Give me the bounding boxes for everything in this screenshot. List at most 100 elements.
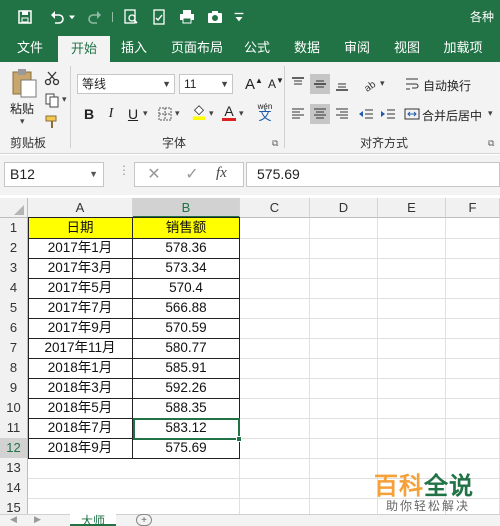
increase-indent-icon[interactable] — [378, 104, 398, 124]
header-cell-sales[interactable]: 销售额 — [133, 218, 240, 239]
header-cell-date[interactable]: 日期 — [28, 218, 133, 239]
redo-icon[interactable] — [84, 6, 106, 28]
row-header[interactable]: 14 — [0, 478, 28, 499]
cell-sales[interactable]: 585.91 — [133, 358, 240, 379]
borders-icon[interactable] — [155, 104, 175, 124]
row-header[interactable]: 4 — [0, 278, 28, 299]
add-sheet-icon[interactable]: + — [136, 514, 152, 526]
merge-center-label[interactable]: 合并后居中 — [422, 107, 482, 124]
row-header[interactable]: 5 — [0, 298, 28, 319]
name-box[interactable]: B12 ▼ — [4, 162, 104, 187]
cell-date[interactable]: 2018年7月 — [28, 418, 133, 439]
font-color-button[interactable]: A — [219, 102, 239, 122]
tab-home[interactable]: 开始 — [58, 36, 110, 62]
alignment-dialog-launcher-icon[interactable]: ⧉ — [488, 138, 494, 149]
paste-dropdown-icon[interactable]: ▾ — [20, 116, 25, 127]
align-center-icon[interactable] — [310, 104, 330, 124]
row-header[interactable]: 6 — [0, 318, 28, 339]
row-header[interactable]: 2 — [0, 238, 28, 259]
column-header-c[interactable]: C — [240, 198, 310, 218]
cell-date[interactable]: 2018年1月 — [28, 358, 133, 379]
align-middle-icon[interactable] — [310, 74, 330, 94]
undo-icon[interactable] — [46, 6, 68, 28]
grow-font-button[interactable]: A ▲ — [244, 74, 264, 94]
document-check-icon[interactable] — [148, 6, 170, 28]
fill-color-icon[interactable] — [189, 102, 209, 122]
align-bottom-icon[interactable] — [332, 74, 352, 94]
row-header[interactable]: 3 — [0, 258, 28, 279]
font-dialog-launcher-icon[interactable]: ⧉ — [272, 138, 278, 149]
select-all-corner[interactable] — [0, 198, 28, 218]
paste-button-label[interactable]: 粘贴 — [10, 100, 34, 117]
align-left-icon[interactable] — [288, 104, 308, 124]
splitter-handle[interactable]: ⋮ — [118, 164, 130, 182]
font-name-select[interactable]: 等线 ▼ — [77, 74, 175, 94]
cell-sales[interactable]: 566.88 — [133, 298, 240, 319]
sheet-tab[interactable]: 大师 — [70, 514, 116, 526]
bold-button[interactable]: B — [79, 104, 99, 124]
insert-function-button[interactable]: fx — [216, 165, 227, 182]
fill-handle[interactable] — [236, 436, 242, 442]
formula-input[interactable]: 575.69 — [246, 162, 500, 187]
borders-dropdown-icon[interactable]: ▾ — [175, 108, 180, 119]
copy-icon[interactable] — [42, 90, 62, 110]
cell-sales[interactable]: 570.59 — [133, 318, 240, 339]
prev-sheet-icon[interactable]: ◀ — [10, 514, 17, 525]
row-header[interactable]: 11 — [0, 418, 28, 439]
tab-page-layout[interactable]: 页面布局 — [162, 34, 232, 62]
print-preview-icon[interactable] — [120, 6, 142, 28]
cell-sales[interactable]: 570.4 — [133, 278, 240, 299]
italic-button[interactable]: I — [101, 104, 121, 124]
cell-sales[interactable]: 575.69 — [133, 438, 240, 459]
column-header-d[interactable]: D — [310, 198, 378, 218]
enter-check-icon[interactable]: ✓ — [184, 164, 200, 184]
align-right-icon[interactable] — [332, 104, 352, 124]
wrap-text-icon[interactable] — [402, 74, 422, 94]
row-header[interactable]: 7 — [0, 338, 28, 359]
cut-icon[interactable] — [42, 68, 62, 88]
row-header[interactable]: 13 — [0, 458, 28, 479]
row-header[interactable]: 9 — [0, 378, 28, 399]
customize-toolbar-icon[interactable] — [232, 6, 246, 28]
tab-addins[interactable]: 加载项 — [436, 34, 490, 62]
underline-dropdown-icon[interactable]: ▾ — [143, 108, 148, 119]
tab-data[interactable]: 数据 — [286, 34, 328, 62]
fill-color-dropdown-icon[interactable]: ▾ — [209, 108, 214, 119]
tab-file[interactable]: 文件 — [6, 34, 54, 62]
cell-date[interactable]: 2017年1月 — [28, 238, 133, 259]
tab-view[interactable]: 视图 — [386, 34, 428, 62]
print-icon[interactable] — [176, 6, 198, 28]
row-header[interactable]: 8 — [0, 358, 28, 379]
cell-date[interactable]: 2017年11月 — [28, 338, 133, 359]
cell-sales[interactable]: 592.26 — [133, 378, 240, 399]
tab-formulas[interactable]: 公式 — [236, 34, 278, 62]
next-sheet-icon[interactable]: ▶ — [34, 514, 41, 525]
align-top-icon[interactable] — [288, 74, 308, 94]
tab-insert[interactable]: 插入 — [112, 34, 156, 62]
undo-dropdown-icon[interactable] — [66, 6, 78, 28]
row-header[interactable]: 1 — [0, 218, 28, 239]
cell-date[interactable]: 2018年3月 — [28, 378, 133, 399]
merge-dropdown-icon[interactable]: ▾ — [488, 108, 493, 119]
phonetic-guide-button[interactable]: wén 文 — [254, 102, 276, 122]
wrap-text-label[interactable]: 自动换行 — [423, 77, 471, 94]
orientation-dropdown-icon[interactable]: ▾ — [380, 78, 385, 89]
row-header[interactable]: 10 — [0, 398, 28, 419]
underline-button[interactable]: U — [123, 104, 143, 124]
format-painter-icon[interactable] — [42, 112, 62, 132]
cell-date[interactable]: 2017年7月 — [28, 298, 133, 319]
column-header-f[interactable]: F — [446, 198, 500, 218]
column-header-a[interactable]: A — [28, 198, 133, 218]
column-header-b[interactable]: B — [133, 198, 240, 218]
merge-center-icon[interactable] — [402, 104, 422, 124]
copy-dropdown-icon[interactable]: ▾ — [62, 94, 67, 105]
tab-review[interactable]: 审阅 — [336, 34, 378, 62]
cell-date[interactable]: 2018年5月 — [28, 398, 133, 419]
cell-sales[interactable]: 580.77 — [133, 338, 240, 359]
font-size-select[interactable]: 11 ▼ — [179, 74, 233, 94]
cell-sales[interactable]: 588.35 — [133, 398, 240, 419]
camera-icon[interactable] — [204, 6, 226, 28]
decrease-indent-icon[interactable] — [356, 104, 376, 124]
cell-date[interactable]: 2017年5月 — [28, 278, 133, 299]
cell-date[interactable]: 2017年9月 — [28, 318, 133, 339]
